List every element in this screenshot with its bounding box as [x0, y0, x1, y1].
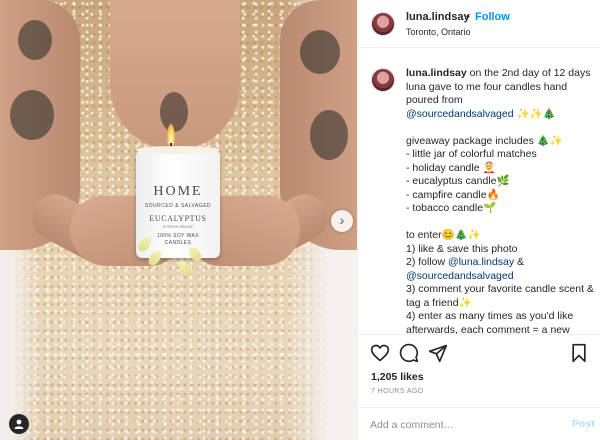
candle-rim — [136, 146, 220, 154]
chevron-right-icon[interactable]: › — [331, 210, 353, 232]
caption-amp: & — [514, 256, 525, 268]
tattoo — [310, 110, 348, 160]
post-comment-button[interactable]: Post — [572, 418, 595, 430]
tattoo — [300, 30, 340, 74]
post-header: luna.lindsay • Follow Toronto, Ontario — [358, 0, 600, 48]
caption-line: - tobacco candle🌱 — [406, 202, 497, 214]
share-icon[interactable] — [428, 343, 448, 363]
candle-label-home: HOME — [153, 184, 203, 199]
caption-username[interactable]: luna.lindsay — [406, 67, 467, 79]
caption-line: - holiday candle 🤶 — [406, 161, 496, 174]
header-username[interactable]: luna.lindsay — [406, 11, 470, 23]
post-photo[interactable]: HOME SOURCED & SALVAGED EUCALYPTUS STRES… — [0, 0, 357, 440]
location-link[interactable]: Toronto, Ontario — [406, 27, 471, 37]
post-actions: 1,205 likes 7 HOURS AGO Post — [358, 334, 600, 440]
candle-label-sub: STRESS RELIEF — [162, 224, 194, 229]
caption-avatar[interactable] — [371, 68, 395, 92]
tattoo — [160, 92, 188, 132]
avatar[interactable] — [371, 12, 395, 36]
caption-line: 4) enter as many times as you'd like aft… — [406, 310, 574, 334]
candle-label-scent: EUCALYPTUS — [149, 214, 207, 223]
post-side-panel: luna.lindsay • Follow Toronto, Ontario l… — [357, 0, 600, 440]
caption-line: 3) comment your favorite candle scent & … — [406, 283, 594, 309]
bookmark-icon[interactable] — [569, 343, 589, 363]
caption-line: luna.lindsay on the 2nd day of 12 days l… — [406, 67, 594, 108]
tattoo — [10, 90, 54, 140]
likes-count[interactable]: 1,205 likes — [371, 371, 424, 383]
caption-line: 1) like & save this photo — [406, 242, 518, 255]
user-tag-glyph — [14, 419, 24, 429]
mention-sourcedandsalvaged[interactable]: @sourcedandsalvaged — [406, 270, 594, 284]
candle-label-brand: SOURCED & SALVAGED — [144, 203, 212, 209]
user-tag-icon[interactable] — [9, 414, 29, 434]
fingernail — [176, 258, 194, 278]
caption-blank-line — [406, 216, 594, 230]
caption-line: giveaway package includes 🎄✨ — [406, 134, 563, 147]
header-separator: • — [466, 11, 470, 23]
caption-line: to enter😊🎄✨ — [406, 229, 481, 241]
caption-blank-line — [406, 121, 594, 135]
caption-mention-line[interactable]: @sourcedandsalvaged ✨✨🎄 — [406, 108, 594, 122]
mention-luna-lindsay[interactable]: @luna.lindsay — [448, 256, 514, 268]
heart-icon[interactable] — [370, 343, 390, 363]
caption-line: 2) follow @luna.lindsay & — [406, 256, 594, 270]
caption-line-text: 2) follow — [406, 256, 449, 268]
caption-line: - campfire candle🔥 — [406, 188, 500, 201]
caption-line: - eucalyptus candle🌿 — [406, 175, 510, 187]
follow-button[interactable]: Follow — [475, 11, 510, 23]
comment-bar: Post — [358, 407, 600, 440]
post-timestamp[interactable]: 7 HOURS AGO — [371, 388, 424, 395]
caption-line: - little jar of colorful matches — [406, 148, 537, 160]
comment-icon[interactable] — [399, 343, 419, 363]
caption-section: luna.lindsay on the 2nd day of 12 days l… — [358, 48, 600, 334]
tattoo — [18, 20, 52, 60]
caption-text: luna.lindsay on the 2nd day of 12 days l… — [406, 67, 594, 334]
comment-input[interactable] — [370, 416, 560, 434]
